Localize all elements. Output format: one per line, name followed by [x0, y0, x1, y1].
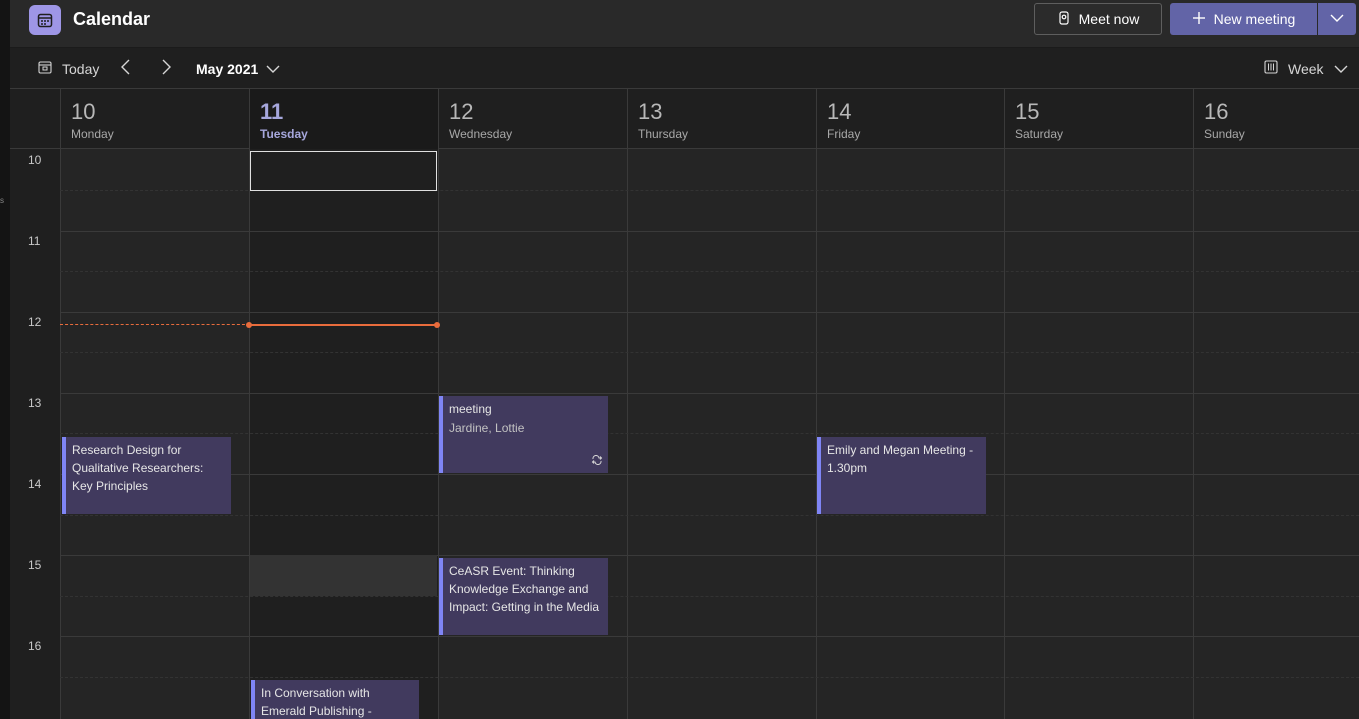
event-emily-megan[interactable]: Emily and Megan Meeting - 1.30pm [817, 437, 986, 514]
day-column-sunday[interactable] [1193, 149, 1359, 719]
day-header-sunday[interactable]: 16 Sunday [1193, 89, 1359, 149]
recurring-icon [591, 452, 603, 470]
view-label: Week [1288, 60, 1324, 77]
current-time-dot [246, 322, 252, 328]
chevron-down-icon [266, 61, 280, 77]
current-time-line [249, 324, 438, 326]
event-meeting[interactable]: meeting Jardine, Lottie [439, 396, 608, 473]
event-ceasr[interactable]: CeASR Event: Thinking Knowledge Exchange… [439, 558, 608, 635]
month-picker[interactable]: May 2021 [196, 48, 280, 89]
half-hour-line [60, 433, 1359, 434]
video-camera-icon [1057, 10, 1071, 28]
day-name: Friday [827, 127, 861, 141]
meet-now-button[interactable]: Meet now [1034, 3, 1162, 35]
current-time-dot [434, 322, 440, 328]
day-header-thursday[interactable]: 13 Thursday [627, 89, 816, 149]
week-grid: 10 11 12 13 14 15 16 Research Design for… [10, 149, 1359, 719]
time-label: 10 [28, 153, 42, 167]
chevron-right-icon [160, 59, 172, 78]
left-rail: s [0, 0, 10, 719]
day-column-thursday[interactable] [627, 149, 816, 719]
time-label: 14 [28, 477, 42, 491]
event-emerald-publishing[interactable]: In Conversation with Emerald Publishing … [251, 680, 419, 719]
event-title: Emily and Megan Meeting - 1.30pm [827, 443, 974, 475]
day-name: Sunday [1204, 127, 1245, 141]
view-switcher[interactable]: Week [1264, 48, 1348, 89]
calendar-today-icon [38, 60, 52, 77]
time-label: 11 [28, 234, 41, 248]
day-name: Tuesday [260, 127, 308, 141]
day-column-friday[interactable] [816, 149, 1004, 719]
hour-line [60, 636, 1359, 637]
chevron-left-icon [120, 59, 132, 78]
half-hour-line [60, 515, 1359, 516]
half-hour-line [60, 352, 1359, 353]
day-header-tuesday[interactable]: 11 Tuesday [249, 89, 438, 149]
day-header-row: 10 Monday 11 Tuesday 12 Wednesday 13 Thu… [10, 89, 1359, 149]
chevron-down-icon [1330, 10, 1344, 28]
day-number: 13 [638, 99, 663, 124]
app-header: Calendar Meet now New meeting [10, 0, 1359, 48]
chevron-down-icon [1334, 61, 1348, 77]
hour-line [60, 393, 1359, 394]
event-title: meeting [449, 402, 492, 416]
day-column-tuesday[interactable] [249, 149, 438, 719]
time-label: 16 [28, 639, 42, 653]
today-label: Today [62, 60, 100, 77]
hour-line [60, 474, 1359, 475]
day-number: 15 [1015, 99, 1040, 124]
previous-week-button[interactable] [120, 48, 132, 89]
day-number: 14 [827, 99, 852, 124]
day-number: 12 [449, 99, 474, 124]
event-title: In Conversation with Emerald Publishing … [261, 686, 372, 718]
new-meeting-label: New meeting [1213, 11, 1296, 27]
day-name: Monday [71, 127, 114, 141]
hovered-time-slot[interactable] [250, 555, 437, 596]
day-number: 11 [260, 99, 284, 124]
plus-icon [1192, 11, 1206, 28]
half-hour-line [60, 271, 1359, 272]
meet-now-label: Meet now [1078, 11, 1140, 27]
event-organizer: Jardine, Lottie [449, 421, 525, 435]
new-meeting-button[interactable]: New meeting [1170, 3, 1317, 35]
day-header-wednesday[interactable]: 12 Wednesday [438, 89, 627, 149]
half-hour-line [60, 596, 1359, 597]
day-name: Thursday [638, 127, 689, 141]
day-column-saturday[interactable] [1004, 149, 1193, 719]
hour-line [60, 312, 1359, 313]
month-label: May 2021 [196, 60, 259, 77]
event-title: CeASR Event: Thinking Knowledge Exchange… [449, 564, 600, 614]
rail-mark: s [0, 196, 4, 205]
day-number: 10 [71, 99, 96, 124]
day-header-saturday[interactable]: 15 Saturday [1004, 89, 1193, 149]
calendar-app-icon [29, 5, 61, 35]
hour-line [60, 231, 1359, 232]
new-meeting-dropdown-button[interactable] [1318, 3, 1356, 35]
day-header-monday[interactable]: 10 Monday [60, 89, 249, 149]
current-time-line-past [60, 324, 250, 325]
day-column-monday[interactable] [60, 149, 249, 719]
calendar-toolbar: Today May 2021 Week [10, 48, 1359, 89]
time-label: 13 [28, 396, 42, 410]
day-header-friday[interactable]: 14 Friday [816, 89, 1004, 149]
next-week-button[interactable] [160, 48, 172, 89]
time-label: 12 [28, 315, 42, 329]
selected-time-slot[interactable] [250, 151, 437, 191]
half-hour-line [60, 677, 1359, 678]
day-name: Saturday [1015, 127, 1064, 141]
time-label: 15 [28, 558, 42, 572]
day-number: 16 [1204, 99, 1229, 124]
event-research-design[interactable]: Research Design for Qualitative Research… [62, 437, 231, 514]
week-view-icon [1264, 60, 1278, 77]
app-title: Calendar [73, 9, 151, 29]
day-name: Wednesday [449, 127, 513, 141]
today-button[interactable]: Today [38, 48, 99, 89]
event-title: Research Design for Qualitative Research… [72, 443, 204, 493]
